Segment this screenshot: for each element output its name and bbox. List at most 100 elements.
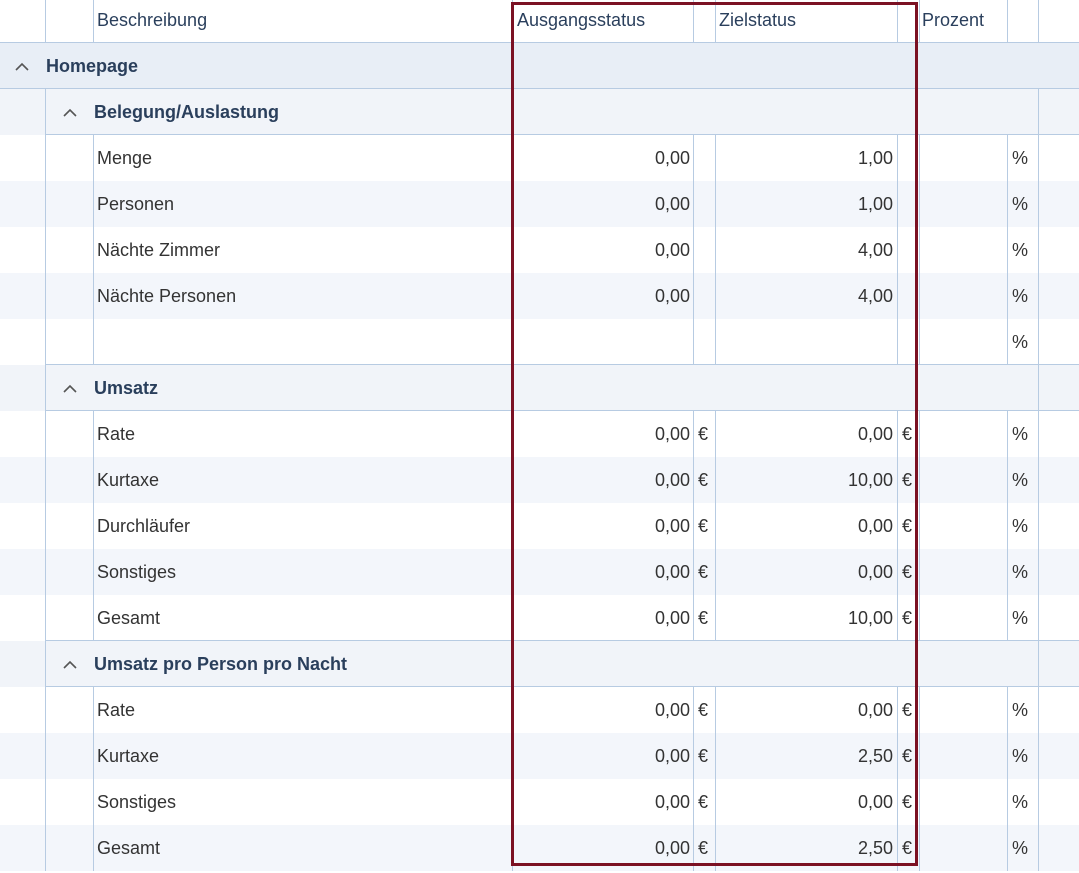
section-row[interactable]: Umsatz	[0, 365, 1079, 411]
column-divider	[897, 273, 898, 319]
column-divider	[45, 825, 46, 871]
column-divider	[1007, 411, 1008, 457]
ausgangsstatus-value: 0,00	[654, 746, 690, 766]
column-divider	[1038, 411, 1039, 457]
column-divider	[45, 779, 46, 825]
table-row[interactable]: Rate 0,00 €0,00 €%	[0, 411, 1079, 457]
ausgangsstatus-unit: €	[698, 516, 709, 536]
table-row[interactable]: Menge 0,00 1,00%	[0, 135, 1079, 181]
section-title: Umsatz pro Person pro Nacht	[94, 654, 348, 674]
column-divider	[45, 89, 46, 135]
zielstatus-unit	[902, 273, 920, 319]
column-divider	[1038, 227, 1039, 273]
ausgangsstatus-unit: €	[698, 746, 709, 766]
zielstatus-value: 0,00	[857, 424, 893, 444]
ausgangsstatus-value: 0,00	[654, 148, 690, 168]
zielstatus-unit: €	[902, 746, 913, 766]
section-row[interactable]: Umsatz pro Person pro Nacht	[0, 641, 1079, 687]
collapse-homepage-chevron-up-icon[interactable]	[8, 43, 36, 89]
column-divider	[693, 227, 694, 273]
column-divider	[693, 181, 694, 227]
group-row-homepage[interactable]: Homepage	[0, 43, 1079, 89]
column-header-zielstatus[interactable]: Zielstatus	[719, 0, 889, 43]
table-row[interactable]: %	[0, 319, 1079, 365]
column-divider	[1038, 273, 1039, 319]
prozent-unit: %	[1012, 240, 1029, 260]
column-divider	[93, 227, 94, 273]
column-divider	[45, 135, 46, 181]
column-divider	[1007, 503, 1008, 549]
zielstatus-unit: €	[902, 470, 913, 490]
table-row[interactable]: Gesamt 0,00 €10,00 €%	[0, 595, 1079, 641]
row-label: Rate	[97, 700, 136, 720]
column-divider	[693, 319, 694, 365]
table-row[interactable]: Kurtaxe 0,00 €10,00 €%	[0, 457, 1079, 503]
zielstatus-value: 10,00	[847, 608, 893, 628]
column-divider	[693, 549, 694, 595]
column-divider	[45, 181, 46, 227]
prozent-value	[919, 411, 1003, 457]
column-divider	[897, 503, 898, 549]
row-label: Sonstiges	[97, 792, 177, 812]
collapse-section-chevron-up-icon[interactable]	[56, 365, 84, 411]
prozent-value	[919, 687, 1003, 733]
column-divider	[897, 825, 898, 871]
ausgangsstatus-unit: €	[698, 838, 709, 858]
ausgangsstatus-unit	[698, 227, 716, 273]
prozent-value	[919, 319, 1003, 365]
column-divider	[45, 457, 46, 503]
column-divider	[45, 319, 46, 365]
column-header-beschreibung[interactable]: Beschreibung	[97, 0, 477, 43]
column-divider	[1038, 89, 1039, 135]
prozent-value	[919, 779, 1003, 825]
column-divider	[1007, 0, 1008, 43]
prozent-unit: %	[1012, 562, 1029, 582]
zielstatus-value: 1,00	[857, 148, 893, 168]
column-divider	[45, 365, 46, 411]
column-divider	[93, 733, 94, 779]
table-row[interactable]: Gesamt 0,00 €2,50 €%	[0, 825, 1079, 871]
zielstatus-value: 1,00	[857, 194, 893, 214]
prozent-unit: %	[1012, 746, 1029, 766]
zielstatus-unit: €	[902, 424, 913, 444]
column-divider	[93, 457, 94, 503]
ausgangsstatus-value: 0,00	[654, 470, 690, 490]
column-divider	[45, 733, 46, 779]
zielstatus-unit	[902, 227, 920, 273]
column-divider	[1007, 825, 1008, 871]
prozent-value	[919, 457, 1003, 503]
prozent-unit: %	[1012, 792, 1029, 812]
table-row[interactable]: Personen 0,00 1,00%	[0, 181, 1079, 227]
table-row[interactable]: Durchläufer 0,00 €0,00 €%	[0, 503, 1079, 549]
ausgangsstatus-value: 0,00	[654, 286, 690, 306]
table-row[interactable]: Nächte Zimmer 0,00 4,00%	[0, 227, 1079, 273]
column-divider	[693, 779, 694, 825]
column-divider	[93, 0, 94, 43]
table-row[interactable]: Sonstiges 0,00 €0,00 €%	[0, 779, 1079, 825]
column-divider	[693, 503, 694, 549]
table-row[interactable]: Rate 0,00 €0,00 €%	[0, 687, 1079, 733]
column-divider	[45, 595, 46, 641]
collapse-section-chevron-up-icon[interactable]	[56, 641, 84, 687]
column-divider	[897, 0, 898, 43]
zielstatus-value	[715, 319, 893, 365]
table-row[interactable]: Kurtaxe 0,00 €2,50 €%	[0, 733, 1079, 779]
column-divider	[693, 273, 694, 319]
column-divider	[897, 779, 898, 825]
row-label	[97, 319, 497, 365]
column-header-ausgangsstatus[interactable]: Ausgangsstatus	[517, 0, 687, 43]
zielstatus-value: 4,00	[857, 286, 893, 306]
prozent-unit: %	[1012, 332, 1029, 352]
collapse-section-chevron-up-icon[interactable]	[56, 89, 84, 135]
column-header-prozent[interactable]: Prozent	[922, 0, 1007, 43]
column-divider	[93, 411, 94, 457]
ausgangsstatus-value: 0,00	[654, 240, 690, 260]
row-label: Nächte Personen	[97, 286, 237, 306]
table-row[interactable]: Sonstiges 0,00 €0,00 €%	[0, 549, 1079, 595]
prozent-value	[919, 595, 1003, 641]
ausgangsstatus-unit	[698, 319, 716, 365]
zielstatus-value: 0,00	[857, 516, 893, 536]
section-row[interactable]: Belegung/Auslastung	[0, 89, 1079, 135]
table-row[interactable]: Nächte Personen 0,00 4,00%	[0, 273, 1079, 319]
prozent-value	[919, 135, 1003, 181]
